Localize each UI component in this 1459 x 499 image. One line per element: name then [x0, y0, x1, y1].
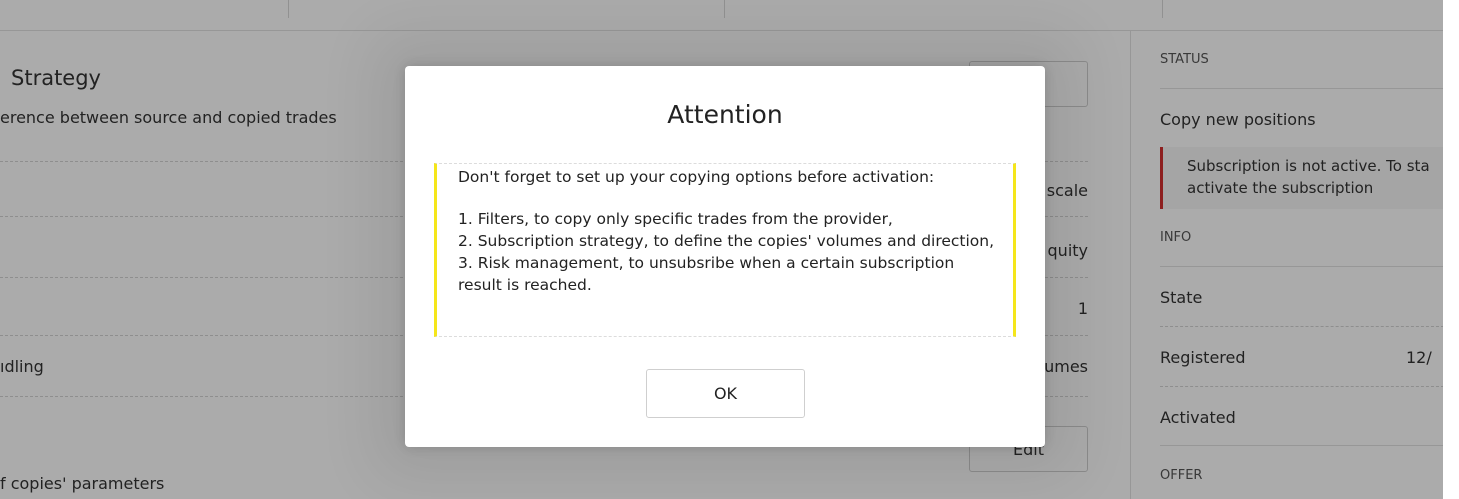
ok-button-label: OK — [713, 384, 738, 403]
notice-body: Don't forget to set up your copying opti… — [458, 166, 998, 296]
notice-item: 3. Risk management, to unsubsribe when a… — [458, 254, 955, 294]
window-edge — [1443, 0, 1459, 499]
ok-button[interactable]: OK — [646, 369, 805, 418]
notice-item: 1. Filters, to copy only specific trades… — [458, 210, 893, 228]
attention-dialog: Attention Don't forget to set up your co… — [405, 66, 1045, 447]
notice-item: 2. Subscription strategy, to define the … — [458, 232, 995, 250]
setup-notice: Don't forget to set up your copying opti… — [434, 163, 1016, 337]
notice-intro: Don't forget to set up your copying opti… — [458, 168, 935, 186]
dialog-title: Attention — [667, 100, 783, 129]
